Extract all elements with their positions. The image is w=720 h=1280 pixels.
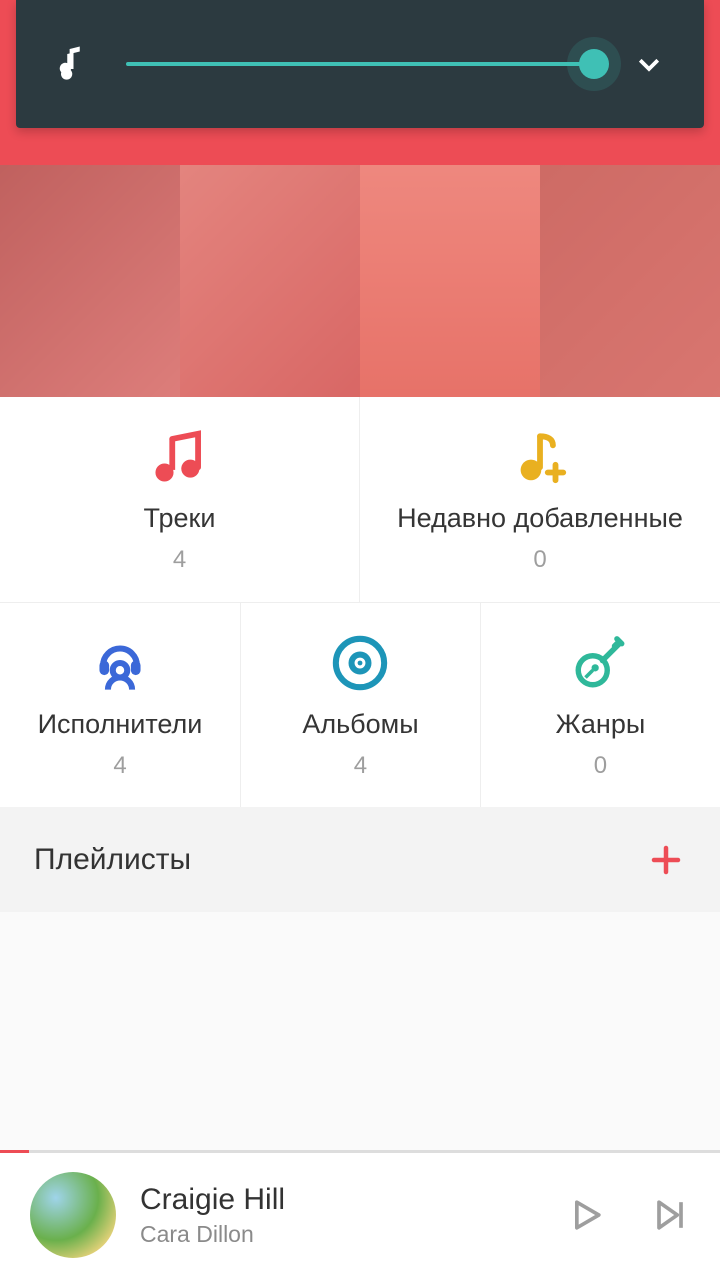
volume-slider[interactable] <box>126 62 594 66</box>
now-playing-artist: Cara Dillon <box>140 1221 532 1248</box>
tile-label: Недавно добавленные <box>397 503 683 534</box>
tile-recent[interactable]: Недавно добавленные 0 <box>360 397 720 602</box>
now-playing-bar[interactable]: Craigie Hill Cara Dillon <box>0 1150 720 1280</box>
collapse-button[interactable] <box>624 49 674 79</box>
tile-count: 4 <box>354 752 367 780</box>
volume-overlay <box>16 0 704 128</box>
headphones-user-icon <box>91 631 149 695</box>
music-note-icon <box>46 46 96 82</box>
music-notes-icon <box>149 425 211 489</box>
add-playlist-button[interactable] <box>646 840 686 880</box>
tile-label: Жанры <box>556 709 646 740</box>
volume-thumb[interactable] <box>579 49 609 79</box>
next-track-button[interactable] <box>640 1185 700 1245</box>
tile-count: 4 <box>173 546 186 574</box>
category-grid: Треки 4 Недавно добавленные 0 <box>0 397 720 807</box>
collage-tile <box>360 165 540 397</box>
tile-artists[interactable]: Исполнители 4 <box>0 602 240 807</box>
playlists-title: Плейлисты <box>34 843 191 877</box>
tile-tracks[interactable]: Треки 4 <box>0 397 360 602</box>
playback-progress-fill <box>0 1150 29 1153</box>
now-playing-info[interactable]: Craigie Hill Cara Dillon <box>140 1183 532 1248</box>
tile-count: 0 <box>594 752 607 780</box>
music-plus-icon <box>509 425 571 489</box>
now-playing-artwork[interactable] <box>30 1172 116 1258</box>
collage-tile <box>540 165 720 397</box>
now-playing-title: Craigie Hill <box>140 1183 532 1217</box>
tile-genres[interactable]: Жанры 0 <box>480 602 720 807</box>
playlists-section-header: Плейлисты <box>0 807 720 912</box>
guitar-icon <box>571 631 629 695</box>
playback-progress[interactable] <box>0 1150 720 1153</box>
disc-icon <box>331 631 389 695</box>
tile-count: 0 <box>533 546 546 574</box>
tile-albums[interactable]: Альбомы 4 <box>240 602 480 807</box>
tile-label: Альбомы <box>302 709 418 740</box>
collage-tile <box>180 165 360 397</box>
tile-count: 4 <box>113 752 126 780</box>
playlists-empty-area <box>0 912 720 1150</box>
play-button[interactable] <box>556 1185 616 1245</box>
tile-label: Треки <box>144 503 216 534</box>
tile-label: Исполнители <box>38 709 203 740</box>
collage-tile <box>0 165 180 397</box>
library-header-collage <box>0 165 720 397</box>
